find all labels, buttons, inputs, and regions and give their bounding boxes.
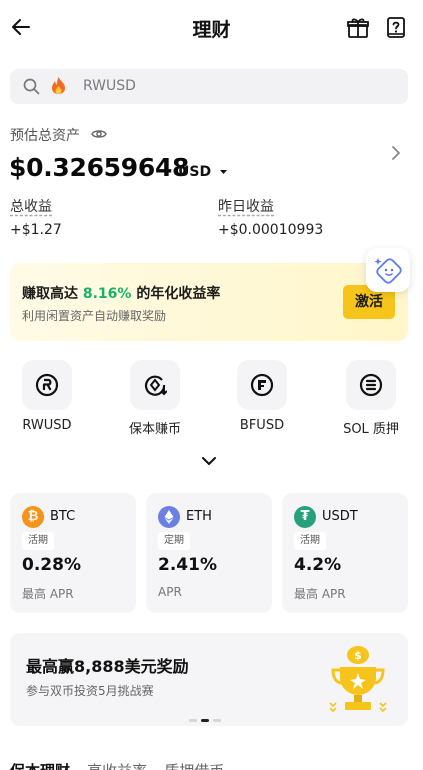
coin-apr: 2.41% <box>158 555 217 575</box>
usdt-icon: ₮ <box>294 506 316 528</box>
eye-icon[interactable] <box>91 126 107 142</box>
promo-subtitle: 利用闲置资产自动赚取奖励 <box>22 309 167 323</box>
promo-title: 赚取高达 8.16% 的年化收益率 <box>22 283 220 303</box>
principal-protected-icon-box <box>130 360 180 410</box>
yesterday-profit-label[interactable]: 昨日收益 <box>218 196 274 216</box>
currency-label: USD <box>178 164 212 180</box>
sol-staking-icon <box>359 373 383 397</box>
coin-name: USDT <box>322 509 358 524</box>
quick-action-bfusd[interactable]: BFUSD <box>217 360 307 433</box>
promo-title-prefix: 赚取高达 <box>22 286 78 302</box>
product-category-tabs: 保本理财 高收益率 质押借币 <box>10 760 236 770</box>
coin-apr-label: APR <box>158 585 182 599</box>
coin-apr: 4.2% <box>294 555 342 575</box>
promo-rate: 8.16% <box>82 286 132 302</box>
tab-principal-protected[interactable]: 保本理财 <box>10 762 70 770</box>
quick-action-label: SOL 质押 <box>343 422 399 437</box>
search-icon <box>23 78 40 95</box>
coin-apr-label: 最高 APR <box>22 587 74 601</box>
quick-action-rwusd[interactable]: RWUSD <box>2 360 92 433</box>
product-type-tag: 活期 <box>22 532 54 550</box>
quick-action-sol-staking[interactable]: SOL 质押 <box>326 360 416 437</box>
search-bar[interactable]: RWUSD <box>10 69 408 104</box>
carousel-dot[interactable] <box>189 719 197 722</box>
caret-down-icon <box>219 170 227 174</box>
chevron-down-icon[interactable] <box>201 455 217 467</box>
ai-sparkle-icon <box>374 258 402 284</box>
tab-pledge-borrow[interactable]: 质押借币 <box>164 762 224 770</box>
total-profit-value: +$1.27 <box>10 222 62 238</box>
banner-title: 最高赢8,888美元奖励 <box>26 657 189 676</box>
tab-high-yield[interactable]: 高收益率 <box>87 762 147 770</box>
carousel-dot[interactable] <box>213 719 221 722</box>
eth-icon <box>158 506 180 528</box>
fire-icon <box>50 76 67 100</box>
promo-title-suffix: 的年化收益率 <box>136 286 221 302</box>
svg-text:$: $ <box>354 649 362 662</box>
quick-action-principal-protected[interactable]: 保本赚币 <box>110 360 200 437</box>
coin-card-eth[interactable]: ETH 定期 2.41% APR <box>146 493 272 613</box>
yesterday-profit-value: +$0.00010993 <box>218 222 324 238</box>
rwusd-icon <box>35 373 59 397</box>
quick-action-label: BFUSD <box>239 418 285 433</box>
principal-protected-icon <box>144 375 167 396</box>
product-type-tag: 定期 <box>158 532 190 550</box>
chevron-right-icon[interactable] <box>389 144 403 162</box>
sol-staking-icon-box <box>346 360 396 410</box>
carousel-dot-active[interactable] <box>201 719 209 722</box>
question-book-icon[interactable] <box>384 16 408 40</box>
coin-apr: 0.28% <box>22 555 81 575</box>
top-bar: 理财 <box>0 0 423 56</box>
earn-promo-card[interactable]: 赚取高达 8.16% 的年化收益率 利用闲置资产自动赚取奖励 激活 <box>10 263 408 341</box>
coin-apr-label: 最高 APR <box>294 587 346 601</box>
total-profit-label[interactable]: 总收益 <box>10 196 52 216</box>
banner-subtitle: 参与双币投资5月挑战赛 <box>26 684 154 698</box>
coin-name: ETH <box>186 509 212 524</box>
ai-assistant-button[interactable] <box>366 248 410 292</box>
coin-card-btc[interactable]: ₿ BTC 活期 0.28% 最高 APR <box>10 493 136 613</box>
quick-action-label: 保本赚币 <box>128 422 181 437</box>
rwusd-icon-box <box>22 360 72 410</box>
estimated-assets-label: 预估总资产 <box>10 128 80 144</box>
bfusd-icon <box>250 373 274 397</box>
coin-card-usdt[interactable]: ₮ USDT 活期 4.2% 最高 APR <box>282 493 408 613</box>
coin-name: BTC <box>50 509 76 524</box>
gift-icon[interactable] <box>346 16 370 40</box>
total-balance: $0.32659648 <box>9 153 190 182</box>
challenge-banner[interactable]: 最高赢8,888美元奖励 参与双币投资5月挑战赛 $ <box>10 633 408 726</box>
carousel-indicator <box>189 719 225 723</box>
trophy-icon: $ <box>329 646 387 713</box>
bfusd-icon-box <box>237 360 287 410</box>
product-type-tag: 活期 <box>294 532 326 550</box>
btc-icon: ₿ <box>22 506 44 528</box>
search-placeholder: RWUSD <box>83 78 136 94</box>
quick-action-label: RWUSD <box>22 418 72 433</box>
currency-selector[interactable]: USD <box>178 164 228 180</box>
